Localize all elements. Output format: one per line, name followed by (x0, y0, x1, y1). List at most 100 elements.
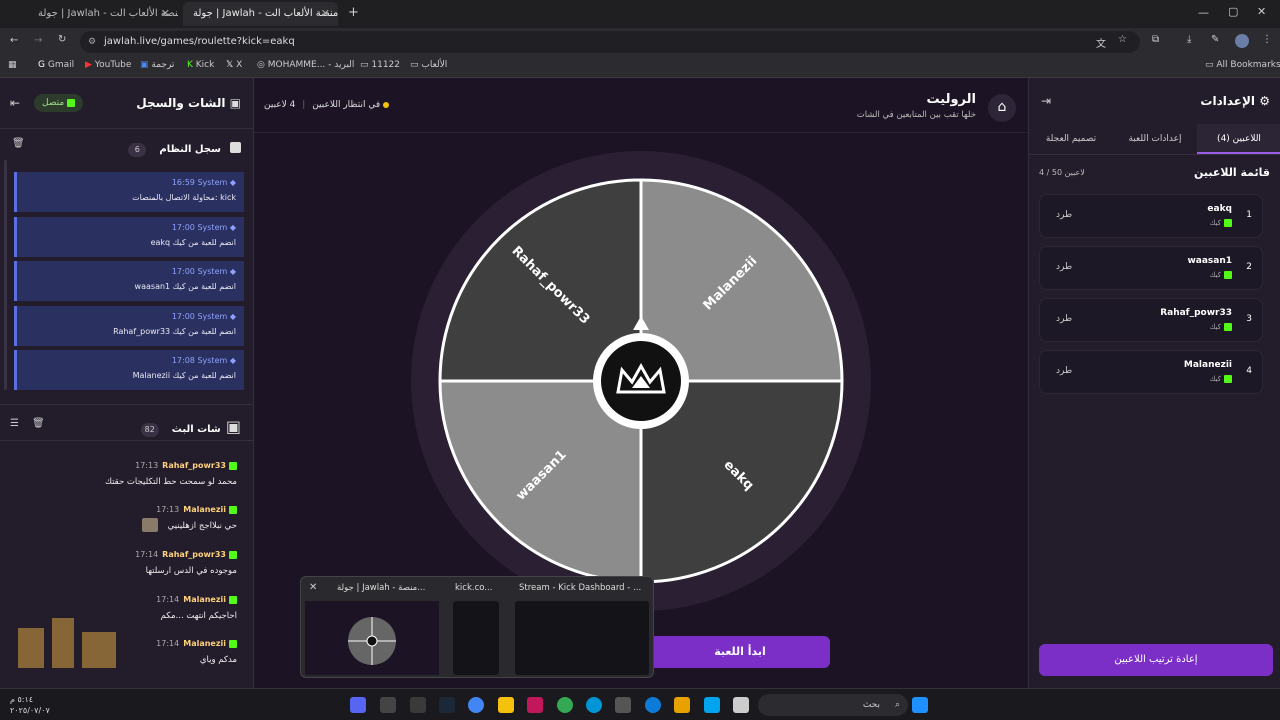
obs-icon[interactable] (380, 697, 396, 713)
windows-start-icon[interactable] (912, 697, 928, 713)
new-tab-icon[interactable]: + (348, 5, 359, 20)
close-icon[interactable]: ✕ (161, 2, 170, 26)
start-game-button[interactable]: ابدأ اللعبة (650, 636, 830, 668)
browser-tab[interactable]: جولة | Jawlah - منصة الألعاب الت...✕ (28, 2, 178, 26)
log-item: 17:00 System ◆ eakq انضم للعبة من كيك (14, 217, 244, 257)
app-icon[interactable] (410, 697, 426, 713)
system-log-title: سجل النظام (159, 144, 221, 155)
bookmarks-bar: ▦ G Gmail ▶ YouTube ▣ ترجمة K Kick 𝕏 X ◎… (0, 56, 1280, 78)
players-list-title: قائمة اللاعبين (1194, 166, 1270, 179)
minimize-icon[interactable]: — (1198, 6, 1209, 19)
bookmark-folder-games[interactable]: ▭ الألعاب (410, 60, 447, 70)
home-button[interactable]: ⌂ (988, 94, 1016, 122)
translate-icon[interactable]: 文 (1096, 35, 1106, 50)
tab-players[interactable]: اللاعبين (4) (1197, 124, 1280, 154)
thumbnail-title: جولة | Jawlah - منصة... (337, 583, 426, 593)
star-icon[interactable]: ☆ (1118, 34, 1127, 45)
bookmark-mail[interactable]: ◎ MOHAMME... - البريد (257, 60, 354, 70)
bookmark-all[interactable]: ▭ All Bookmarks (1205, 60, 1280, 70)
bookmark-youtube[interactable]: ▶ YouTube (85, 60, 131, 70)
thumbnail-title: Stream - Kick Dashboard - ... (519, 583, 642, 593)
download-icon[interactable]: ⤓ (1187, 34, 1191, 45)
app-icon[interactable] (733, 697, 749, 713)
reorder-players-button[interactable]: إعادة ترتيب اللاعبين (1039, 644, 1273, 676)
shield-icon: ◆ (229, 267, 236, 276)
kick-icon (1224, 219, 1232, 227)
discord-icon[interactable] (350, 697, 366, 713)
divider (0, 128, 254, 129)
close-window-icon[interactable]: ✕ (1257, 5, 1266, 18)
bookmark-gmail[interactable]: G Gmail (38, 60, 74, 70)
kick-icon (1224, 271, 1232, 279)
folder-icon: ▭ (1205, 60, 1217, 70)
divider (0, 404, 254, 405)
tab-wheel-design[interactable]: تصميم العجلة (1029, 124, 1113, 154)
maximize-icon[interactable]: ▢ (1228, 5, 1238, 18)
collapse-panel-icon[interactable]: ⇤ (10, 96, 20, 110)
hp-icon[interactable] (586, 697, 602, 713)
kick-icon (229, 505, 237, 514)
close-icon[interactable]: ✕ (321, 2, 330, 26)
search-icon: ⌕ (894, 700, 900, 710)
shield-icon: ◆ (229, 312, 236, 321)
taskbar: ٥:١٤ م ٢٠٢٥/٠٧/٠٧ بحث ⌕ (0, 688, 1280, 720)
search-field[interactable]: بحث ⌕ (758, 694, 908, 716)
edge-icon[interactable] (645, 697, 661, 713)
extensions-icon[interactable]: ⧉ (1152, 34, 1159, 45)
tab-game-settings[interactable]: إعدادات اللعبة (1113, 124, 1197, 154)
copilot-icon[interactable] (704, 697, 720, 713)
emote-image (142, 518, 158, 532)
roulette-wheel[interactable]: Malanezii eakq waasan1 Rahaf_powr33 (408, 148, 874, 614)
browser-tab-active[interactable]: جولة | Jawlah - منصة الألعاب الت...✕ (183, 2, 338, 26)
notes-icon[interactable] (498, 697, 514, 713)
thumbnail-stream-dashboard[interactable] (515, 601, 649, 675)
store-icon[interactable] (615, 697, 631, 713)
thumbnail-jawlah[interactable] (305, 601, 439, 675)
avatar[interactable] (1235, 34, 1249, 48)
chat-message-text: مدكم وياي (199, 655, 237, 665)
apps-icon[interactable]: ▦ (8, 60, 17, 70)
bookmark-translate[interactable]: ▣ ترجمة (140, 60, 174, 70)
browser-icon[interactable] (557, 697, 573, 713)
app-icon[interactable] (527, 697, 543, 713)
kick-player-button[interactable]: طرد (1056, 262, 1072, 272)
trash-icon[interactable]: 🗑 (12, 138, 25, 149)
kick-player-button[interactable]: طرد (1056, 366, 1072, 376)
folder-icon: ▭ (410, 60, 422, 70)
player-row: طرد waasan1 كيك 2 (1039, 246, 1263, 290)
kick-icon: K (187, 60, 196, 70)
chat-message-meta: 17:14 Malanezii (156, 595, 237, 604)
collapse-panel-icon[interactable]: ⇥ (1041, 94, 1051, 108)
url-field[interactable]: ⚙ jawlah.live/games/roulette?kick=eakq (80, 31, 1140, 53)
forward-icon[interactable]: → (34, 35, 42, 46)
chat-message-meta: 17:14 Malanezii (156, 639, 237, 648)
address-bar: ← → ↻ ⚙ jawlah.live/games/roulette?kick=e… (0, 28, 1280, 56)
reload-icon[interactable]: ↻ (58, 34, 66, 45)
bookmark-x[interactable]: 𝕏 X (226, 60, 242, 70)
folder-icon[interactable] (674, 697, 690, 713)
site-info-icon[interactable]: ⚙ (88, 31, 96, 53)
menu-icon[interactable]: ⋮ (1262, 34, 1272, 45)
scrollbar[interactable] (4, 160, 7, 390)
filter-icon[interactable]: ☰ (10, 418, 19, 429)
panel-title: الشات والسجل ▣ (136, 96, 241, 110)
bookmark-folder-11122[interactable]: ▭ 11122 (360, 60, 400, 70)
divider (1029, 154, 1280, 155)
divider (0, 440, 254, 441)
chat-message-text: احاجيكم انتهت ...مكم (160, 611, 237, 621)
thumbnail-kick[interactable] (453, 601, 499, 675)
status-dot (383, 101, 390, 108)
back-icon[interactable]: ← (10, 35, 18, 46)
chrome-icon[interactable] (468, 697, 484, 713)
kick-player-button[interactable]: طرد (1056, 210, 1072, 220)
close-icon[interactable]: ✕ (309, 582, 317, 593)
trash-icon[interactable]: 🗑 (32, 418, 45, 429)
edit-icon[interactable]: ✎ (1211, 34, 1219, 45)
kick-icon (229, 461, 237, 470)
kick-icon (1224, 375, 1232, 383)
bookmark-kick[interactable]: K Kick (187, 60, 214, 70)
kick-player-button[interactable]: طرد (1056, 314, 1072, 324)
steam-icon[interactable] (439, 697, 455, 713)
players-count: 4 / 50 لاعبين (1039, 168, 1085, 177)
log-item: 17:08 System ◆ Malanezii انضم للعبة من كي… (14, 350, 244, 390)
